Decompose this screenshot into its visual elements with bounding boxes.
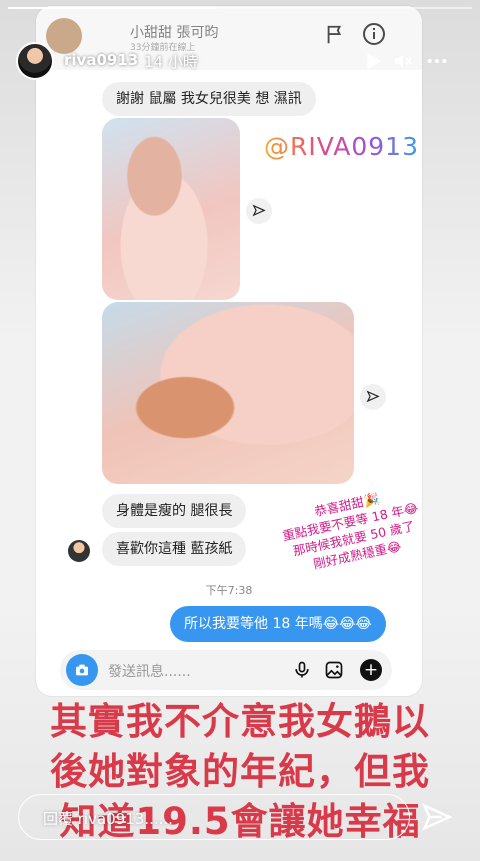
caption-line: 後她對象的年紀，但我 [50, 750, 430, 793]
message-bubble-sent: 所以我要等他 18 年嗎😂😂😂 [170, 606, 386, 642]
share-icon [360, 384, 386, 410]
dm-contact-name: 小甜甜 張可昀 [130, 25, 219, 41]
story-username[interactable]: riva0913 [64, 51, 138, 69]
plus-icon: + [360, 659, 382, 681]
message-bubble-thanks: 謝謝 鼠屬 我女兒很美 想 濕訊 [102, 82, 316, 116]
more-options-icon[interactable] [426, 50, 448, 72]
reply-input[interactable]: 回覆 riva0913...... [18, 794, 410, 840]
info-icon [363, 23, 385, 45]
handwritten-note: 恭喜甜甜🎉 重點我要不要等 18 年😂 那時候我就要 50 歲了 剛好成熟穩重😂 [271, 481, 422, 579]
microphone-icon [295, 661, 309, 678]
image-icon [325, 661, 343, 679]
story-user-avatar[interactable] [16, 42, 54, 80]
camera-icon [66, 654, 98, 686]
story-progress-fill [8, 7, 217, 9]
story-time: 14 小時 [144, 53, 198, 71]
caption-line: 其實我不介意我女鵝以 [50, 700, 430, 743]
watermark-handle: @RIVA0913 [264, 132, 419, 161]
message-timestamp: 下午7:38 [205, 584, 253, 597]
play-icon[interactable] [362, 50, 384, 72]
baby-photo-1 [102, 118, 240, 300]
dm-screenshot: 小甜甜 張可昀 33分鐘前在線上 謝謝 鼠屬 我女兒很美 想 濕訊 @RIVA0… [36, 6, 422, 696]
dm-contact-avatar [46, 18, 82, 54]
sender-avatar [68, 540, 90, 562]
flag-icon [327, 25, 342, 44]
dm-composer: 發送訊息...... + [60, 650, 392, 690]
share-icon [246, 198, 272, 224]
story-progress-bar [8, 7, 472, 9]
reply-placeholder: 回覆 riva0913...... [43, 810, 173, 828]
mute-icon[interactable] [392, 50, 414, 72]
dm-composer-placeholder: 發送訊息...... [108, 664, 191, 680]
send-icon[interactable] [422, 802, 452, 832]
message-bubble-body: 身體是瘦的 腿很長 [102, 494, 247, 528]
message-bubble-like: 喜歡你這種 藍孩紙 [102, 532, 247, 566]
baby-photo-2 [102, 302, 354, 484]
